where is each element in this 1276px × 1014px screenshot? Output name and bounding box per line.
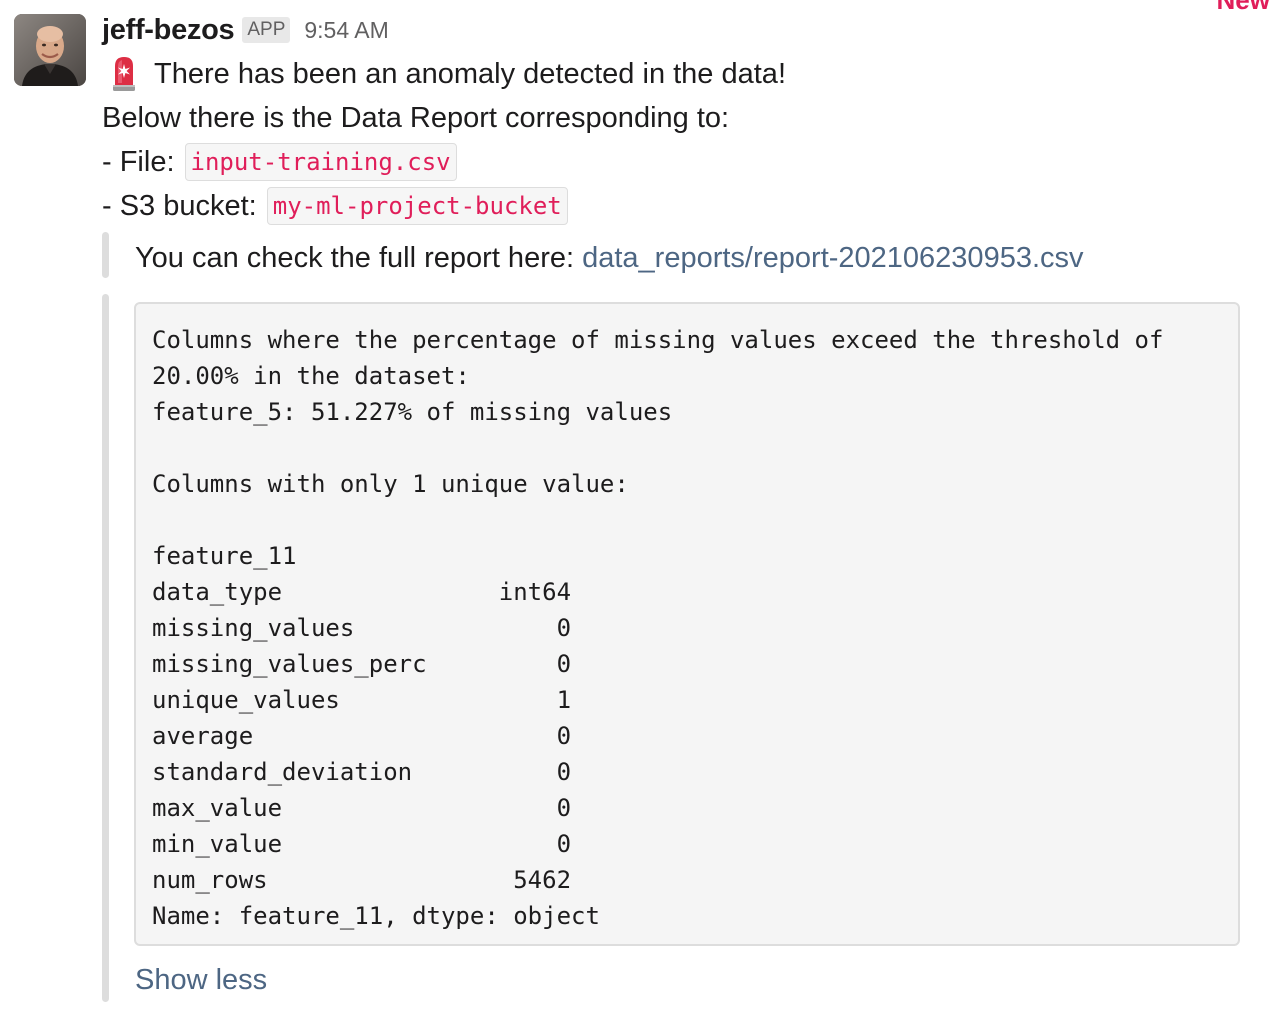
message-header: jeff-bezos APP 9:54 AM — [102, 10, 1262, 50]
report-text: You can check the full report here: — [135, 242, 575, 274]
anomaly-text: There has been an anomaly detected in th… — [154, 58, 786, 90]
code-line: Columns where the percentage of missing … — [152, 326, 1164, 354]
anomaly-line: There has been an anomaly detected in th… — [102, 52, 1262, 96]
report-link[interactable]: data_reports/report-202106230953.csv — [582, 242, 1083, 274]
code-line: missing_values_perc 0 — [152, 650, 572, 678]
intro-line: Below there is the Data Report correspon… — [102, 96, 1262, 140]
avatar-photo-icon — [14, 14, 86, 86]
bucket-line: - S3 bucket: my-ml-project-bucket — [102, 184, 1262, 228]
code-line: num_rows 5462 — [152, 866, 572, 894]
code-line: missing_values 0 — [152, 614, 572, 642]
attachment: You can check the full report here: data… — [102, 232, 1262, 1002]
code-line: Name: feature_11, dtype: object — [152, 902, 600, 930]
code-line: standard_deviation 0 — [152, 758, 572, 786]
file-label: - File: — [102, 146, 175, 178]
code-line: feature_11 — [152, 542, 297, 570]
file-line: - File: input-training.csv — [102, 140, 1262, 184]
code-line: average 0 — [152, 722, 572, 750]
avatar[interactable] — [14, 14, 86, 86]
attachment-bar — [102, 294, 109, 1002]
message-timestamp[interactable]: 9:54 AM — [304, 17, 388, 44]
code-line: min_value 0 — [152, 830, 572, 858]
show-less-button[interactable]: Show less — [135, 960, 267, 1000]
sender-name[interactable]: jeff-bezos — [102, 14, 235, 47]
file-code: input-training.csv — [184, 143, 457, 181]
code-line: feature_5: 51.227% of missing values — [152, 398, 673, 426]
intro-text: Below there is the Data Report correspon… — [102, 102, 730, 134]
rotating-light-icon — [104, 54, 144, 94]
code-line: Columns with only 1 unique value: — [152, 470, 629, 498]
code-block: Columns where the percentage of missing … — [134, 302, 1240, 946]
report-line: You can check the full report here: data… — [135, 236, 1084, 280]
attachment-bar — [102, 232, 109, 278]
code-line: unique_values 1 — [152, 686, 572, 714]
app-badge: APP — [242, 17, 291, 43]
code-line: data_type int64 — [152, 578, 572, 606]
code-line: 20.00% in the dataset: — [152, 362, 470, 390]
message: jeff-bezos APP 9:54 AM There has been an… — [102, 10, 1262, 228]
bucket-code: my-ml-project-bucket — [266, 187, 568, 225]
code-line: max_value 0 — [152, 794, 572, 822]
bucket-label: - S3 bucket: — [102, 190, 257, 222]
